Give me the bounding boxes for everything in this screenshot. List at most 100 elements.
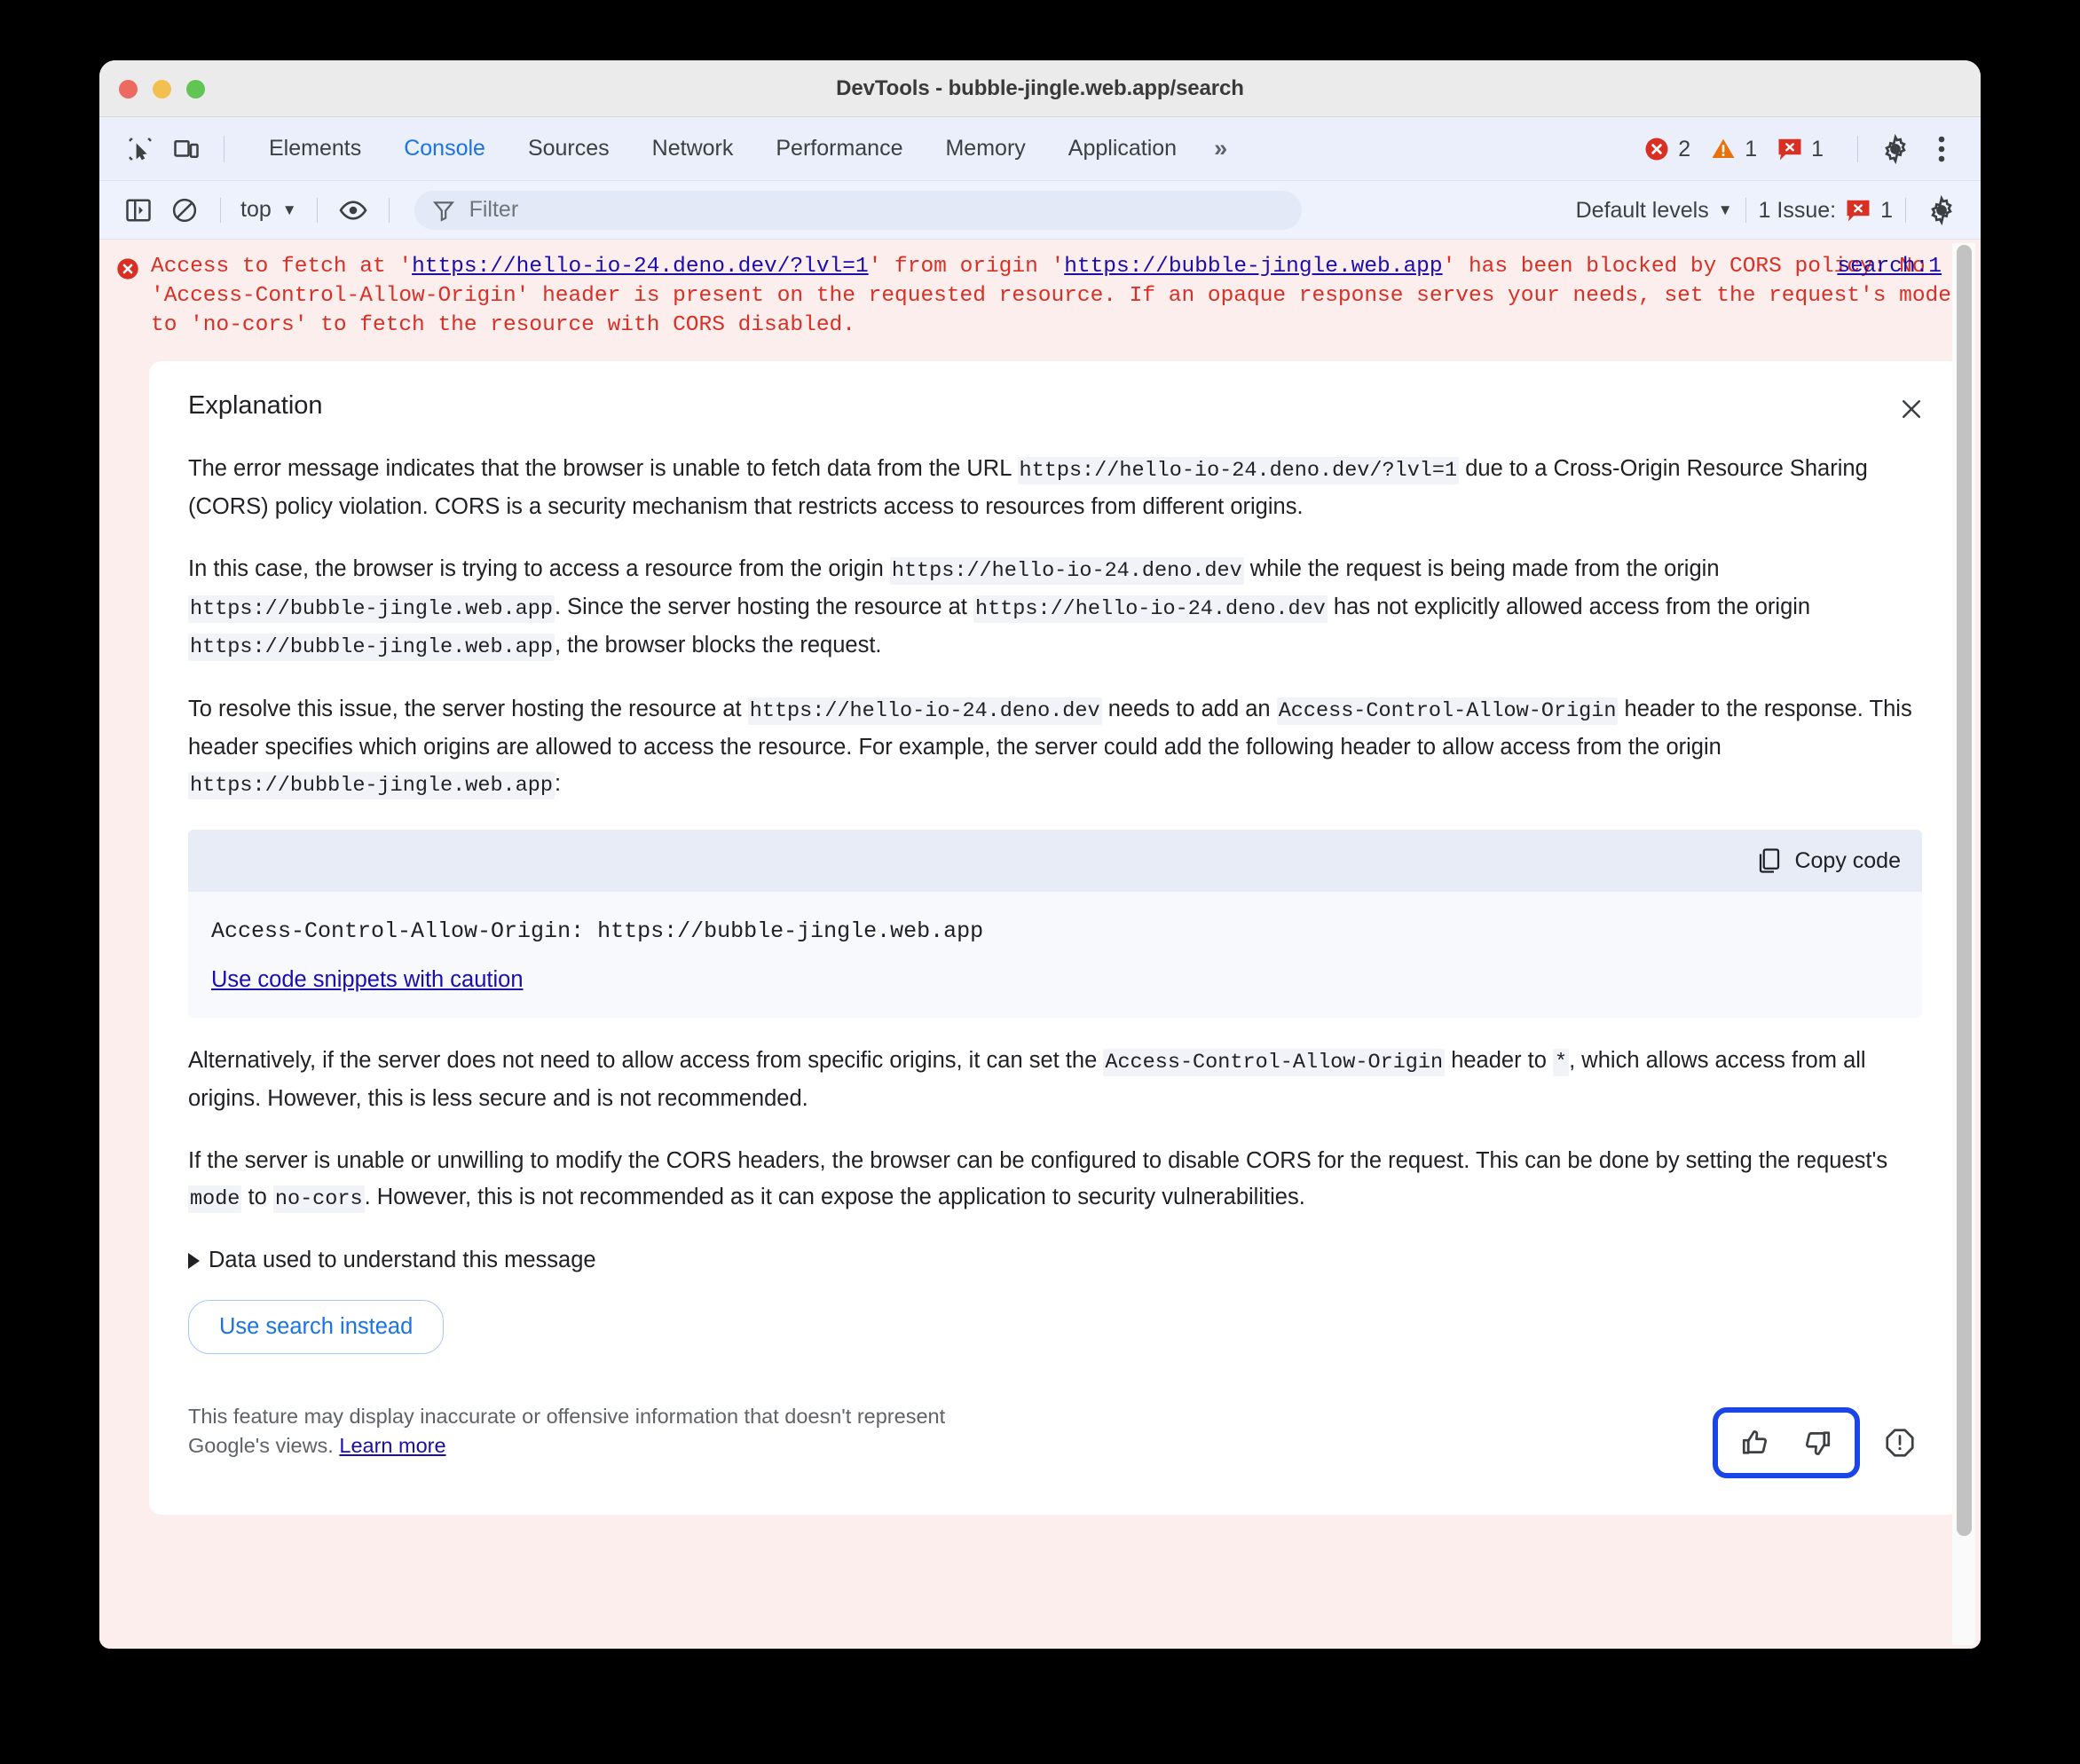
tab-performance[interactable]: Performance (754, 120, 924, 177)
inline-code: Access-Control-Allow-Origin (1103, 1049, 1446, 1076)
report-icon[interactable] (1878, 1421, 1922, 1465)
copy-code-button[interactable]: Copy code (1757, 847, 1901, 874)
filter-toolbar-right: Default levels ▼ 1 Issue: 1 (1576, 181, 1965, 240)
issue-bubble-icon (1778, 138, 1801, 161)
devtools-tabbar: Elements Console Sources Network Perform… (99, 117, 1981, 194)
show-console-sidebar-icon[interactable] (115, 187, 162, 233)
inline-code: https://hello-io-24.deno.dev/?lvl=1 (1017, 457, 1460, 484)
tab-application[interactable]: Application (1047, 120, 1198, 177)
device-toolbar-icon[interactable] (163, 126, 209, 172)
filter-divider-5 (1905, 198, 1906, 223)
console-error-message: Access to fetch at 'https://hello-io-24.… (99, 240, 1981, 349)
close-window-button[interactable] (119, 80, 138, 98)
execution-context-label: top (240, 197, 272, 222)
tab-console[interactable]: Console (382, 120, 507, 194)
explanation-paragraph: The error message indicates that the bro… (188, 456, 1868, 519)
console-scrollbar[interactable] (1952, 243, 1975, 1645)
triangle-right-icon (188, 1252, 200, 1269)
chevron-down-icon: ▼ (1717, 201, 1733, 218)
close-icon[interactable] (1892, 390, 1931, 429)
explanation-paragraph: In this case, the browser is trying to a… (188, 556, 1811, 661)
scrollbar-thumb[interactable] (1957, 245, 1972, 1536)
issues-count: 1 (1880, 197, 1893, 223)
inline-code: no-cors (272, 1185, 365, 1213)
filter-icon (432, 201, 454, 222)
explanation-paragraph: Alternatively, if the server does not ne… (188, 1048, 1866, 1111)
error-url-link[interactable]: https://bubble-jingle.web.app (1064, 255, 1442, 279)
toolbar-divider (224, 135, 225, 162)
filter-divider-3 (388, 197, 390, 223)
filter-divider-1 (220, 197, 221, 223)
issue-bubble-icon (1847, 200, 1870, 222)
code-snippet-header: Copy code (188, 830, 1922, 892)
warning-count: 1 (1745, 136, 1758, 161)
thumb-up-icon[interactable] (1730, 1420, 1780, 1466)
use-search-instead-button[interactable]: Use search instead (188, 1300, 445, 1354)
thumb-down-icon[interactable] (1792, 1420, 1842, 1466)
window-traffic-lights (119, 80, 205, 98)
inline-code: mode (188, 1185, 242, 1213)
log-levels-label: Default levels (1575, 197, 1709, 223)
issue-count-badge[interactable]: 1 (1777, 137, 1824, 162)
inline-code: * (1553, 1049, 1570, 1076)
error-source-link[interactable]: search:1 (1837, 255, 1942, 279)
console-settings-icon[interactable] (1918, 187, 1965, 233)
inline-code: https://bubble-jingle.web.app (188, 772, 555, 799)
inline-code: https://hello-io-24.deno.dev (889, 557, 1244, 585)
more-options-icon[interactable] (1918, 126, 1965, 172)
code-snippet-body: Access-Control-Allow-Origin: https://bub… (188, 892, 1922, 1018)
inspect-element-icon[interactable] (117, 126, 163, 172)
log-levels-selector[interactable]: Default levels ▼ (1576, 198, 1733, 224)
filter-input[interactable]: Filter (414, 190, 1302, 230)
execution-context-selector[interactable]: top ▼ (233, 193, 304, 226)
tab-sources[interactable]: Sources (507, 120, 631, 177)
settings-gear-icon[interactable] (1872, 126, 1918, 172)
panel-tabs: Elements Console Sources Network Perform… (248, 120, 1241, 194)
warning-count-badge[interactable]: 1 (1710, 136, 1757, 162)
chevron-down-icon: ▼ (281, 201, 297, 218)
code-caution-link[interactable]: Use code snippets with caution (211, 967, 524, 993)
inline-code: Access-Control-Allow-Origin (1276, 697, 1619, 725)
explanation-title: Explanation (188, 391, 323, 420)
clear-console-icon[interactable] (162, 187, 208, 233)
filter-divider-2 (316, 197, 318, 223)
tab-memory[interactable]: Memory (924, 120, 1046, 177)
issues-counter[interactable]: 1 Issue: 1 (1759, 198, 1893, 224)
data-used-disclosure[interactable]: Data used to understand this message (188, 1248, 1922, 1273)
devtools-window: DevTools - bubble-jingle.web.app/search … (99, 60, 1981, 1649)
copy-icon (1760, 848, 1780, 873)
rating-button-group[interactable] (1713, 1407, 1860, 1478)
more-tabs-icon[interactable]: » (1198, 126, 1241, 171)
inline-code: https://bubble-jingle.web.app (188, 634, 555, 661)
filter-divider-4 (1745, 198, 1746, 223)
error-circle-icon (115, 256, 140, 340)
console-filter-toolbar: top ▼ Filter Default levels ▼ 1 Issue: 1 (99, 181, 1981, 240)
error-count: 2 (1678, 136, 1691, 161)
status-divider (1857, 136, 1858, 162)
error-circle-icon (1645, 138, 1668, 161)
issues-label: 1 Issue: (1758, 197, 1837, 223)
inline-code: https://hello-io-24.deno.dev (973, 595, 1328, 623)
explanation-paragraph: To resolve this issue, the server hostin… (188, 697, 1912, 799)
minimize-window-button[interactable] (153, 80, 171, 98)
error-url-link[interactable]: https://hello-io-24.deno.dev/?lvl=1 (412, 255, 869, 279)
tab-network[interactable]: Network (631, 120, 755, 177)
data-used-label: Data used to understand this message (209, 1248, 596, 1272)
error-message-text: Access to fetch at 'https://hello-io-24.… (151, 255, 1951, 337)
copy-code-label: Copy code (1794, 847, 1901, 873)
warning-triangle-icon (1712, 138, 1735, 158)
tab-elements[interactable]: Elements (248, 120, 382, 177)
live-expression-icon[interactable] (330, 187, 376, 233)
rating-controls (1713, 1402, 1922, 1478)
window-title: DevTools - bubble-jingle.web.app/search (836, 75, 1244, 100)
disclaimer-text: This feature may display inaccurate or o… (188, 1402, 969, 1461)
learn-more-link[interactable]: Learn more (339, 1434, 445, 1457)
explanation-footer: This feature may display inaccurate or o… (188, 1402, 1922, 1478)
code-snippet-block: Copy code Access-Control-Allow-Origin: h… (188, 830, 1922, 1018)
tabbar-status-area: 2 1 1 (1643, 117, 1965, 181)
maximize-window-button[interactable] (186, 80, 205, 98)
explanation-paragraphs-after: Alternatively, if the server does not ne… (188, 1043, 1922, 1217)
error-count-badge[interactable]: 2 (1643, 136, 1690, 162)
disclaimer-body: This feature may display inaccurate or o… (188, 1405, 946, 1457)
explanation-paragraph: If the server is unable or unwilling to … (188, 1148, 1888, 1213)
